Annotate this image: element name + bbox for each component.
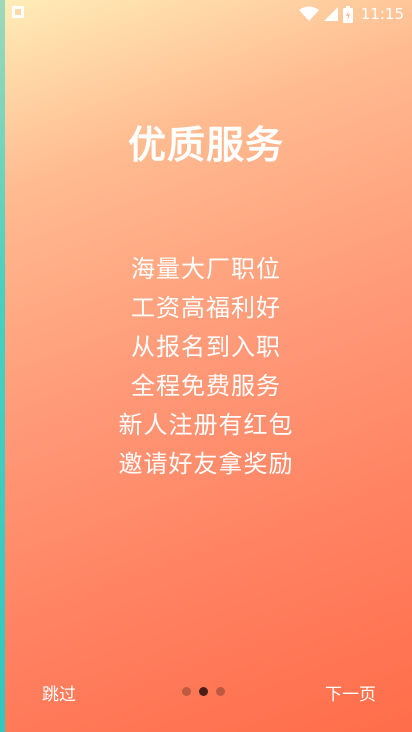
feature-line: 从报名到入职 xyxy=(131,333,281,361)
feature-line: 海量大厂职位 xyxy=(131,255,281,283)
feature-line: 邀请好友拿奖励 xyxy=(118,450,294,478)
page-dot-1[interactable] xyxy=(182,687,191,696)
feature-line: 工资高福利好 xyxy=(131,294,281,322)
status-bar: 11:15 xyxy=(0,0,412,28)
page-dot-3[interactable] xyxy=(216,687,225,696)
status-time: 11:15 xyxy=(360,5,404,23)
page-indicator xyxy=(182,687,225,696)
feature-list: 海量大厂职位 工资高福利好 从报名到入职 全程免费服务 新人注册有红包 邀请好友… xyxy=(0,250,412,484)
cellular-signal-icon xyxy=(323,7,338,21)
page-dot-2[interactable] xyxy=(199,687,208,696)
notification-icon xyxy=(12,6,24,18)
next-page-button[interactable]: 下一页 xyxy=(325,680,376,705)
onboarding-screen: 11:15 优质服务 海量大厂职位 工资高福利好 从报名到入职 全程免费服务 新… xyxy=(0,0,412,732)
status-icons: 11:15 xyxy=(298,3,404,25)
wifi-icon xyxy=(298,6,319,21)
feature-line: 新人注册有红包 xyxy=(118,411,294,439)
feature-line: 全程免费服务 xyxy=(131,372,281,400)
skip-button[interactable]: 跳过 xyxy=(42,680,76,705)
battery-icon xyxy=(342,5,353,23)
page-title: 优质服务 xyxy=(127,123,284,167)
